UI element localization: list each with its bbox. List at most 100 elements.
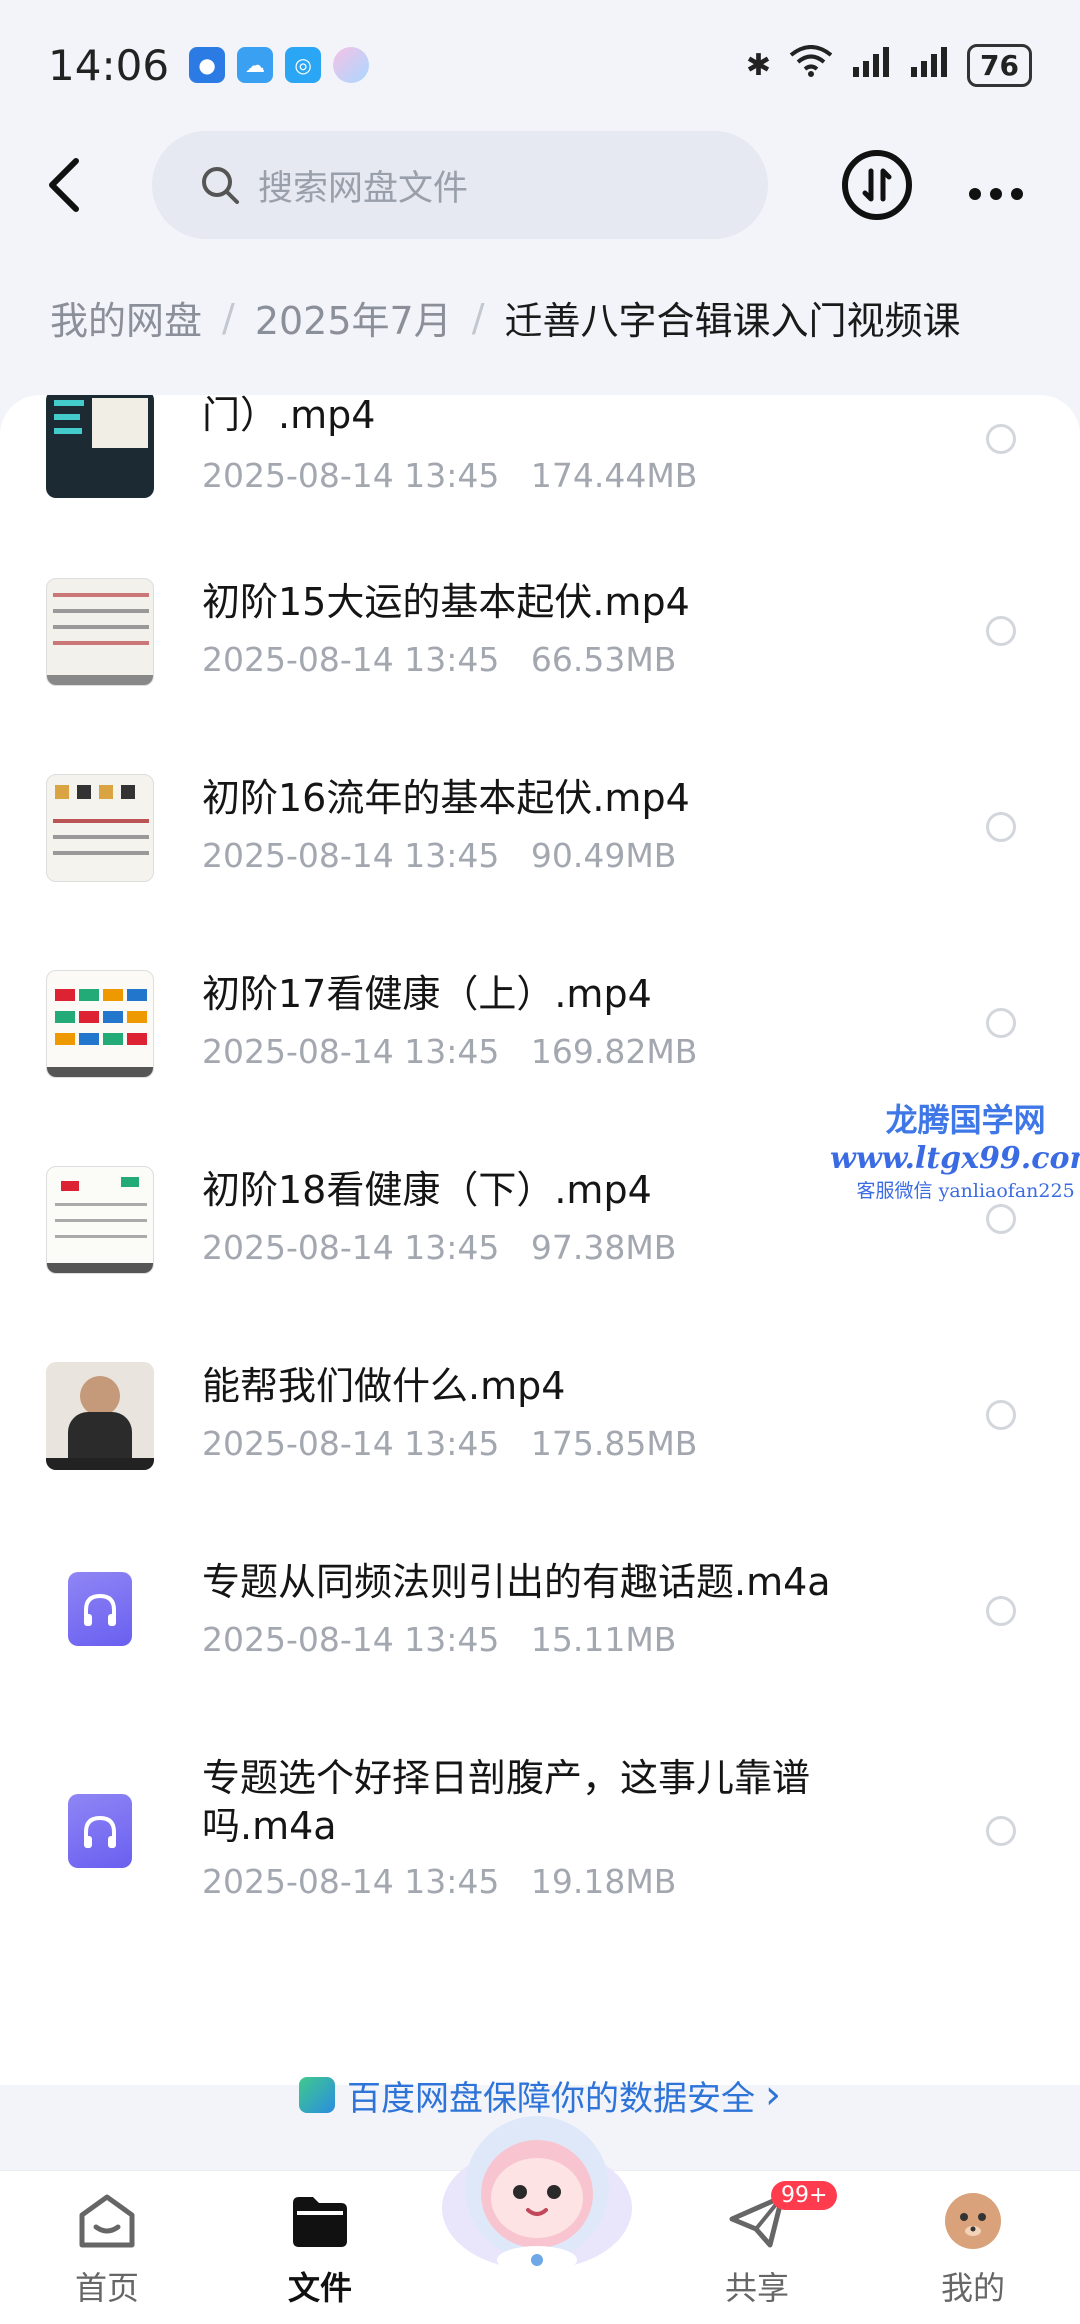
weather-app-icon: ☁: [237, 47, 274, 83]
select-radio[interactable]: [986, 812, 1016, 842]
select-radio[interactable]: [986, 1204, 1016, 1234]
file-date: 2025-08-14 13:45: [202, 1424, 500, 1463]
file-meta: 2025-08-14 13:45 66.53MB: [202, 640, 676, 679]
file-size: 19.18MB: [530, 1862, 677, 1901]
file-name: 能帮我们做什么.mp4: [202, 1364, 566, 1408]
file-size: 169.82MB: [530, 1032, 698, 1071]
file-row[interactable]: 能帮我们做什么.mp4 2025-08-14 13:45 175.85MB: [0, 1362, 1080, 1558]
file-name: 专题选个好择日剖腹产，这事儿靠谱吗.m4a: [202, 1756, 811, 1848]
video-thumbnail: [46, 1362, 154, 1470]
file-meta: 2025-08-14 13:45 175.85MB: [202, 1424, 697, 1463]
tab-label: 首页: [74, 2269, 139, 2307]
audio-file-icon: [68, 1794, 132, 1868]
search-input[interactable]: 搜索网盘文件: [152, 131, 768, 239]
video-thumbnail: [46, 395, 154, 498]
file-list: 门）.mp4 2025-08-14 13:45 174.44MB 初阶15大运的…: [0, 395, 1080, 2085]
file-meta: 2025-08-14 13:45 19.18MB: [202, 1862, 676, 1901]
file-row[interactable]: 专题从同频法则引出的有趣话题.m4a 2025-08-14 13:45 15.1…: [0, 1558, 1080, 1754]
file-date: 2025-08-14 13:45: [202, 1620, 500, 1659]
video-thumbnail: [46, 1166, 154, 1274]
file-row[interactable]: 专题选个好择日剖腹产，这事儿靠谱吗.m4a 2025-08-14 13:45 1…: [0, 1754, 1080, 2004]
status-app-icons: ● ☁ ◎: [189, 47, 370, 83]
file-size: 97.38MB: [530, 1228, 677, 1267]
signal-icon-2: [909, 45, 949, 85]
file-meta: 2025-08-14 13:45 97.38MB: [202, 1228, 676, 1267]
select-radio[interactable]: [986, 1816, 1016, 1846]
video-thumbnail: [46, 774, 154, 882]
watermark-title: 龙腾国学网: [885, 1101, 1046, 1139]
file-size: 90.49MB: [530, 836, 677, 875]
search-app-icon: ◎: [285, 47, 322, 83]
top-bar: 搜索网盘文件: [0, 130, 1080, 240]
file-meta: 2025-08-14 13:45 90.49MB: [202, 836, 676, 875]
shield-icon: [299, 2077, 335, 2113]
status-time: 14:06: [48, 40, 170, 90]
avatar-icon: [945, 2193, 1001, 2249]
breadcrumb-item-month[interactable]: 2025年7月: [255, 290, 452, 345]
file-size: 66.53MB: [530, 640, 677, 679]
video-thumbnail: [46, 578, 154, 686]
more-dots-icon: [969, 188, 1023, 200]
headphones-icon: [84, 1593, 116, 1626]
file-size: 15.11MB: [530, 1620, 677, 1659]
file-name: 专题从同频法则引出的有趣话题.m4a: [202, 1560, 831, 1604]
notification-app-icon: ●: [189, 47, 226, 83]
file-size: 174.44MB: [530, 456, 698, 495]
tab-files[interactable]: 文件: [250, 2191, 390, 2309]
file-meta: 2025-08-14 13:45 174.44MB: [202, 456, 697, 495]
assistant-mascot-button[interactable]: [432, 2098, 642, 2278]
file-name: 初阶15大运的基本起伏.mp4: [202, 580, 690, 624]
home-icon: [79, 2194, 135, 2248]
chevron-left-icon: [49, 158, 79, 212]
select-radio[interactable]: [986, 1400, 1016, 1430]
watermark-url: www.ltgx99.com: [830, 1141, 1080, 1176]
file-name: 门）.mp4: [202, 395, 376, 437]
file-name: 初阶16流年的基本起伏.mp4: [202, 776, 690, 820]
back-button[interactable]: [36, 157, 92, 213]
file-row[interactable]: 初阶16流年的基本起伏.mp4 2025-08-14 13:45 90.49MB: [0, 774, 1080, 970]
watermark-contact: 客服微信 yanliaofan225: [856, 1180, 1075, 1202]
select-radio[interactable]: [986, 1008, 1016, 1038]
file-date: 2025-08-14 13:45: [202, 1228, 500, 1267]
audio-file-icon: [68, 1572, 132, 1646]
file-date: 2025-08-14 13:45: [202, 456, 500, 495]
folder-icon: [293, 2197, 347, 2247]
breadcrumb-item-current: 迁善八字合辑课入门视频课: [504, 299, 961, 343]
breadcrumb-item-root[interactable]: 我的网盘: [50, 290, 202, 345]
chevron-right-icon: ›: [765, 2072, 781, 2118]
file-date: 2025-08-14 13:45: [202, 836, 500, 875]
file-meta: 2025-08-14 13:45 15.11MB: [202, 1620, 676, 1659]
file-size: 175.85MB: [530, 1424, 698, 1463]
search-icon: [202, 167, 239, 204]
signal-icon: [851, 45, 891, 85]
tab-label: 共享: [724, 2269, 789, 2307]
assistant-app-icon: [333, 47, 370, 83]
headphones-icon: [84, 1815, 116, 1848]
tab-share[interactable]: 99+ 共享: [687, 2181, 838, 2309]
breadcrumb: 我的网盘 / 2025年7月 / 迁善八字合辑课入门视频课: [50, 290, 961, 345]
more-options-button[interactable]: [968, 158, 1024, 212]
watermark: 龙腾国学网 www.ltgx99.com 客服微信 yanliaofan225: [830, 1095, 1080, 1203]
file-date: 2025-08-14 13:45: [202, 640, 500, 679]
select-radio[interactable]: [986, 424, 1016, 454]
bluetooth-icon: ✱: [745, 47, 772, 83]
battery-indicator: 76: [967, 43, 1032, 87]
file-row[interactable]: 初阶15大运的基本起伏.mp4 2025-08-14 13:45 66.53MB: [0, 578, 1080, 774]
file-name: 初阶18看健康（下）.mp4: [202, 1168, 652, 1212]
file-row[interactable]: 门）.mp4 2025-08-14 13:45 174.44MB: [0, 395, 1080, 566]
notification-badge: 99+: [771, 2181, 838, 2210]
select-radio[interactable]: [986, 616, 1016, 646]
transfer-button[interactable]: [842, 150, 912, 220]
tab-me[interactable]: 我的: [903, 2191, 1043, 2309]
video-thumbnail: [46, 970, 154, 1078]
file-meta: 2025-08-14 13:45 169.82MB: [202, 1032, 697, 1071]
mascot-icon: [442, 2116, 632, 2274]
breadcrumb-separator: /: [222, 295, 235, 340]
tab-label: 我的: [940, 2269, 1005, 2307]
status-right: ✱ 76: [745, 43, 1032, 87]
select-radio[interactable]: [986, 1596, 1016, 1626]
wifi-icon: [789, 45, 833, 85]
tab-home[interactable]: 首页: [37, 2191, 177, 2309]
breadcrumb-separator: /: [471, 295, 485, 340]
file-date: 2025-08-14 13:45: [202, 1032, 500, 1071]
